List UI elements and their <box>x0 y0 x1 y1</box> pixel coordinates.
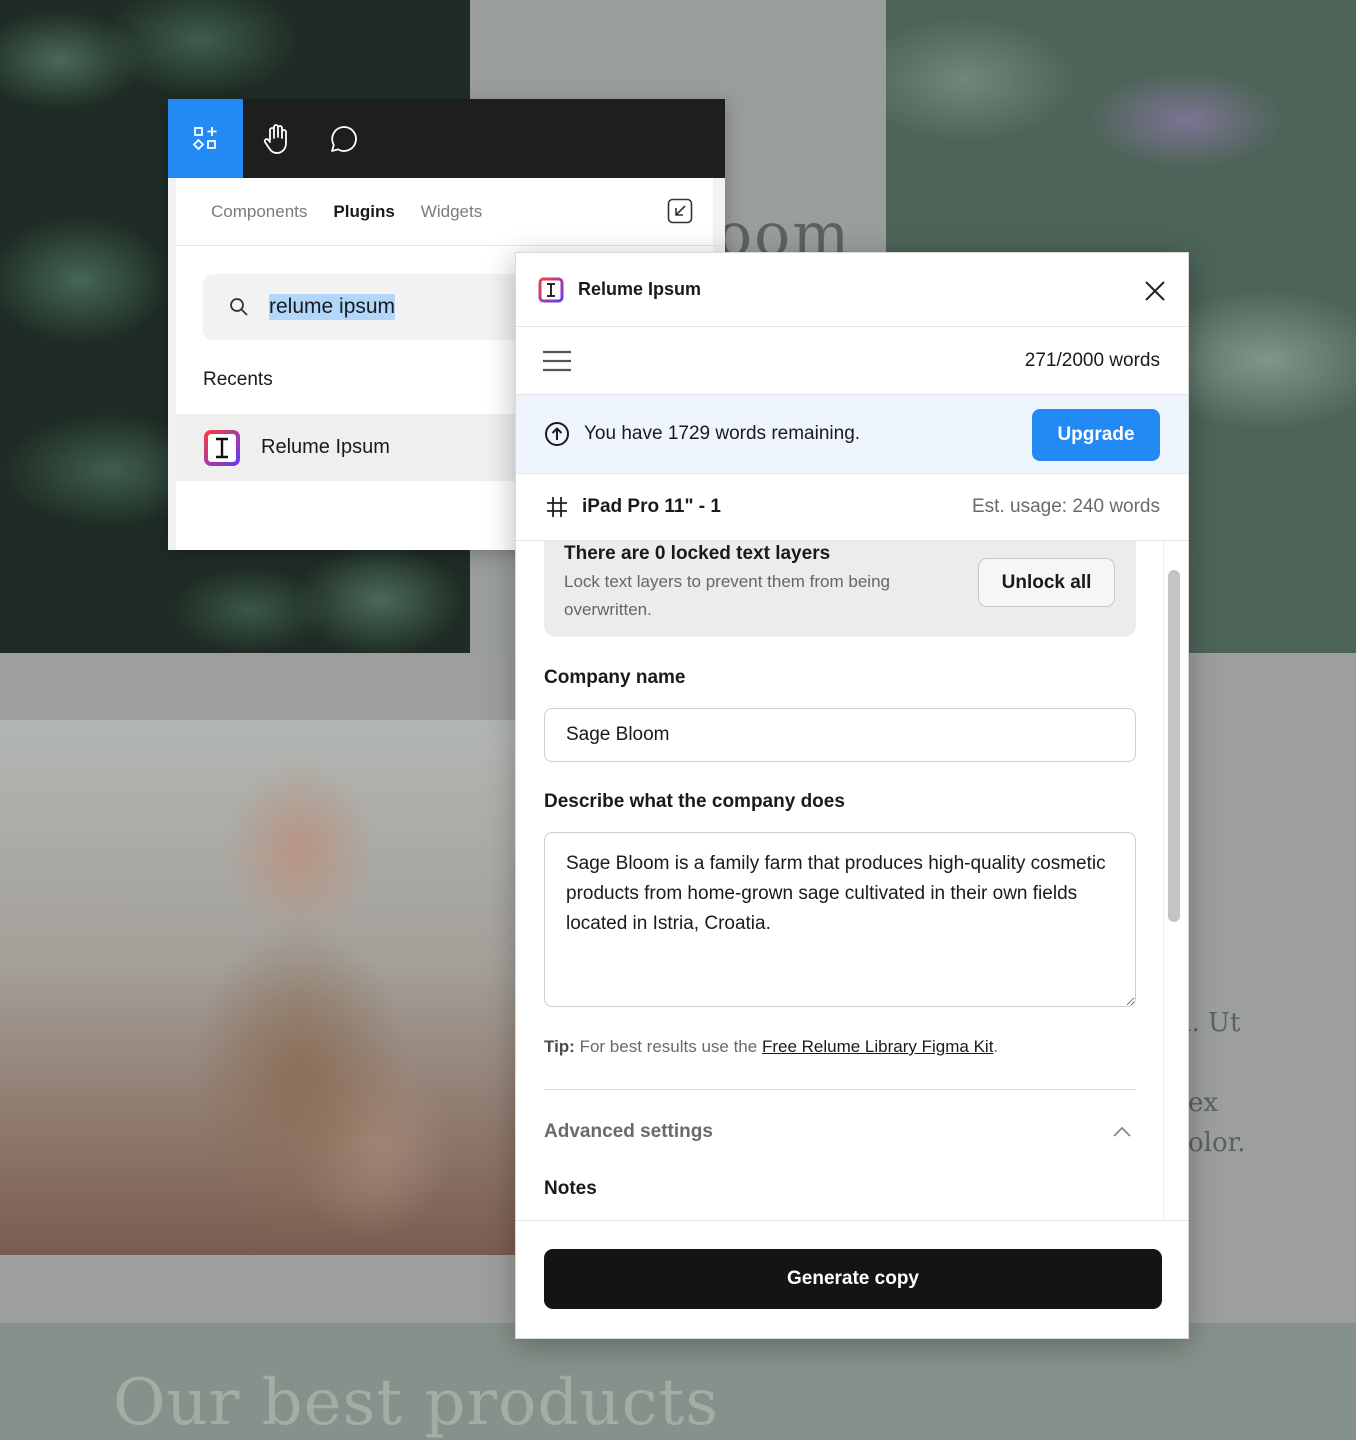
figma-kit-link[interactable]: Free Relume Library Figma Kit <box>762 1037 993 1056</box>
scroll-divider <box>1163 541 1164 1223</box>
hand-tool-button[interactable] <box>243 99 310 178</box>
tip-body: For best results use the <box>574 1037 762 1056</box>
notes-label: Notes <box>544 1178 597 1199</box>
upgrade-banner: You have 1729 words remaining. Upgrade <box>516 395 1188 474</box>
locked-layers-notice: There are 0 locked text layers Lock text… <box>544 541 1136 637</box>
background-side-text-2: ex <box>1188 1088 1219 1118</box>
arrow-up-circle-icon <box>545 422 569 446</box>
resources-icon <box>192 126 216 150</box>
company-name-label: Company name <box>544 667 686 688</box>
advanced-settings-label: Advanced settings <box>544 1121 713 1142</box>
resources-tool-button[interactable] <box>168 99 243 178</box>
tip-text: Tip: For best results use the Free Relum… <box>544 1037 998 1057</box>
scrollbar-thumb[interactable] <box>1168 570 1180 922</box>
description-label: Describe what the company does <box>544 791 845 812</box>
tab-components[interactable]: Components <box>211 202 307 222</box>
chevron-up-icon <box>1113 1126 1131 1137</box>
menu-and-word-count-row: 271/2000 words <box>516 327 1188 395</box>
tip-prefix: Tip: <box>544 1037 575 1056</box>
plugin-scroll-area[interactable]: There are 0 locked text layers Lock text… <box>516 541 1188 1223</box>
background-section-title: Our best products <box>113 1366 720 1440</box>
estimated-usage: Est. usage: 240 words <box>972 496 1160 517</box>
advanced-settings-toggle[interactable]: Advanced settings <box>544 1121 1136 1143</box>
section-divider <box>544 1089 1136 1090</box>
words-remaining-text: You have 1729 words remaining. <box>584 423 861 444</box>
tab-plugins[interactable]: Plugins <box>333 202 394 222</box>
background-couple-photo <box>0 720 520 1255</box>
plugin-footer: Generate copy <box>516 1220 1188 1338</box>
search-input[interactable]: relume ipsum <box>269 294 396 320</box>
locked-layers-description: Lock text layers to prevent them from be… <box>564 572 890 619</box>
recent-plugin-label: Relume Ipsum <box>261 436 390 458</box>
plugin-search-box[interactable]: relume ipsum <box>203 274 563 340</box>
tip-suffix: . <box>993 1037 999 1056</box>
unlock-all-button[interactable]: Unlock all <box>978 558 1115 607</box>
frame-name: iPad Pro 11" - 1 <box>582 496 721 517</box>
toolbar <box>168 99 725 178</box>
generate-copy-button[interactable]: Generate copy <box>544 1249 1162 1309</box>
relume-ipsum-icon <box>538 277 564 302</box>
plugin-header: Relume Ipsum <box>516 253 1188 327</box>
hand-icon <box>263 123 287 154</box>
search-icon <box>230 298 248 316</box>
relume-ipsum-icon <box>204 429 240 466</box>
word-count: 271/2000 words <box>1024 349 1160 371</box>
relume-plugin-window: Relume Ipsum 271/2000 words You have 172… <box>515 252 1189 1339</box>
hamburger-menu-icon[interactable] <box>543 350 571 372</box>
upgrade-button[interactable]: Upgrade <box>1032 409 1160 461</box>
frame-info: iPad Pro 11" - 1 <box>546 496 721 518</box>
comment-tool-button[interactable] <box>310 99 377 178</box>
resources-tabs: Components Plugins Widgets <box>168 178 725 246</box>
recents-heading: Recents <box>203 369 273 390</box>
collapse-panel-icon[interactable] <box>667 198 693 224</box>
selected-frame-row: iPad Pro 11" - 1 Est. usage: 240 words <box>516 474 1188 541</box>
background-side-text-3: olor. <box>1188 1128 1246 1158</box>
comment-icon <box>330 125 357 152</box>
description-textarea[interactable]: Sage Bloom is a family farm that produce… <box>544 832 1136 1007</box>
frame-hash-icon <box>547 497 567 517</box>
plugin-title: Relume Ipsum <box>578 279 702 299</box>
company-name-input[interactable] <box>544 708 1136 762</box>
close-icon[interactable] <box>1144 280 1166 302</box>
tab-widgets[interactable]: Widgets <box>421 202 482 222</box>
